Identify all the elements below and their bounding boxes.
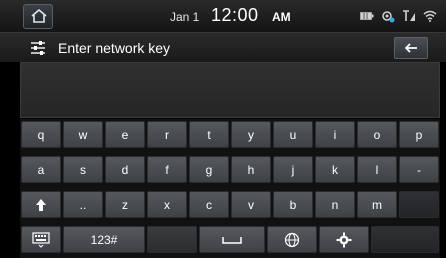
key-d[interactable]: d bbox=[105, 156, 145, 183]
gps-icon bbox=[382, 11, 395, 23]
key-u[interactable]: u bbox=[273, 121, 313, 148]
home-icon bbox=[31, 9, 47, 23]
blank-key[interactable] bbox=[147, 226, 197, 253]
key-s[interactable]: s bbox=[63, 156, 103, 183]
space-icon bbox=[222, 236, 242, 244]
key-b[interactable]: b bbox=[273, 191, 313, 218]
key-l[interactable]: l bbox=[357, 156, 397, 183]
back-button[interactable] bbox=[394, 37, 428, 59]
screen: Jan 1 12:00 AM Enter network key q w e r… bbox=[0, 0, 446, 258]
keyboard: q w e r t y u i o p a s d f g h j k l - … bbox=[20, 119, 440, 258]
key-o[interactable]: o bbox=[357, 121, 397, 148]
back-arrow-icon bbox=[404, 43, 417, 53]
signal-icon bbox=[403, 10, 415, 21]
key-blank[interactable] bbox=[399, 191, 439, 218]
keyboard-settings-key[interactable] bbox=[319, 226, 369, 253]
globe-icon bbox=[284, 232, 300, 247]
key-q[interactable]: q bbox=[21, 121, 61, 148]
time-text: 12:00 bbox=[211, 5, 259, 25]
key-g[interactable]: g bbox=[189, 156, 229, 183]
shift-arrow-icon bbox=[36, 198, 46, 211]
title-bar: Enter network key bbox=[0, 32, 446, 62]
key-k[interactable]: k bbox=[315, 156, 355, 183]
keyboard-icon bbox=[32, 231, 50, 248]
key-dotdot[interactable]: .. bbox=[63, 191, 103, 218]
key-h[interactable]: h bbox=[231, 156, 271, 183]
ampm-text: AM bbox=[272, 10, 291, 24]
status-bar: Jan 1 12:00 AM bbox=[0, 0, 446, 32]
gear-icon bbox=[336, 232, 352, 247]
key-j[interactable]: j bbox=[273, 156, 313, 183]
key-x[interactable]: x bbox=[147, 191, 187, 218]
settings-sliders-icon[interactable] bbox=[30, 40, 46, 56]
key-n[interactable]: n bbox=[315, 191, 355, 218]
key-v[interactable]: v bbox=[231, 191, 271, 218]
key-p[interactable]: p bbox=[399, 121, 439, 148]
numeric-mode-key[interactable]: 123# bbox=[63, 226, 145, 253]
status-icons bbox=[360, 8, 437, 24]
date-text: Jan 1 bbox=[170, 10, 200, 24]
network-key-input[interactable] bbox=[20, 62, 440, 118]
key-i[interactable]: i bbox=[315, 121, 355, 148]
key-c[interactable]: c bbox=[189, 191, 229, 218]
key-t[interactable]: t bbox=[189, 121, 229, 148]
key-f[interactable]: f bbox=[147, 156, 187, 183]
enter-key[interactable] bbox=[371, 226, 439, 253]
key-a[interactable]: a bbox=[21, 156, 61, 183]
space-key[interactable] bbox=[199, 226, 265, 253]
key-z[interactable]: z bbox=[105, 191, 145, 218]
key-e[interactable]: e bbox=[105, 121, 145, 148]
key-y[interactable]: y bbox=[231, 121, 271, 148]
battery-icon bbox=[360, 12, 374, 20]
key-r[interactable]: r bbox=[147, 121, 187, 148]
page-title: Enter network key bbox=[58, 40, 171, 56]
key-w[interactable]: w bbox=[63, 121, 103, 148]
key-m[interactable]: m bbox=[357, 191, 397, 218]
shift-key[interactable] bbox=[21, 191, 61, 218]
keyboard-key[interactable] bbox=[21, 226, 61, 253]
wifi-icon bbox=[423, 10, 437, 22]
home-button[interactable] bbox=[23, 4, 53, 29]
key-dash[interactable]: - bbox=[399, 156, 439, 183]
language-key[interactable] bbox=[267, 226, 317, 253]
